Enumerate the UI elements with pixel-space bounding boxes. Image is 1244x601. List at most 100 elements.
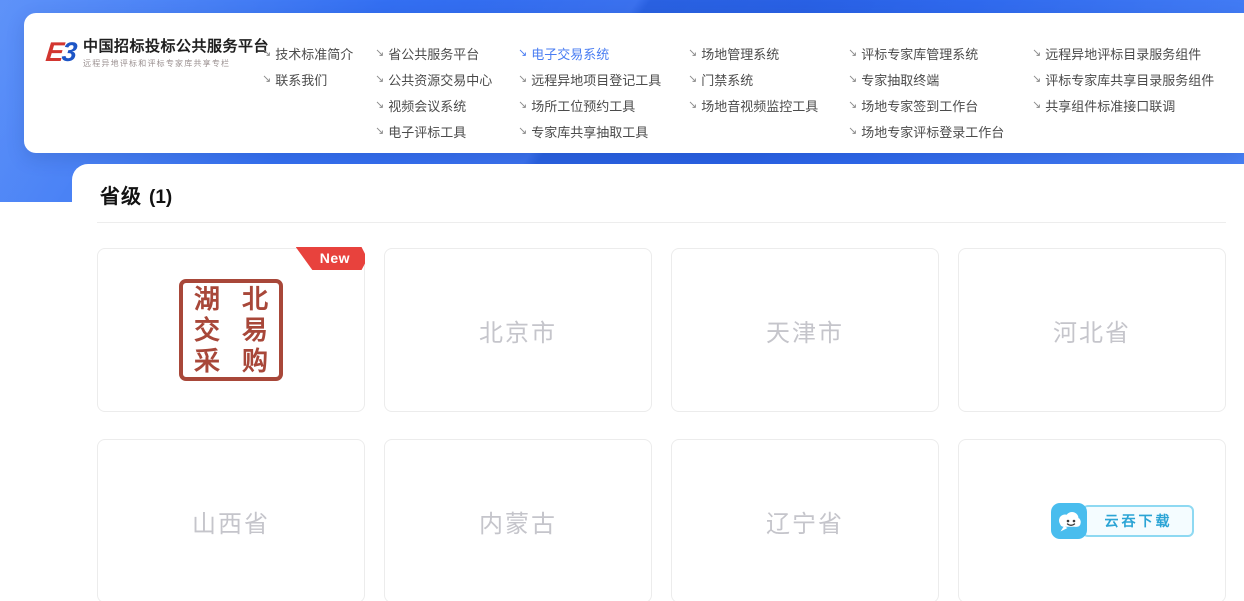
province-card-empty[interactable]: 云吞下载: [958, 439, 1226, 601]
arrow-icon: ↘: [262, 48, 271, 59]
province-card-shanxi[interactable]: 山西省: [97, 439, 365, 601]
menu-item-expert-extraction-terminal[interactable]: ↘ 专家抽取终端: [848, 66, 1004, 92]
menu-item-venue-seat-booking-tool[interactable]: ↘ 场所工位预约工具: [518, 92, 661, 118]
seal-char: 湖: [194, 285, 220, 314]
seal-char: 交: [194, 316, 220, 345]
arrow-icon: ↘: [518, 74, 527, 85]
menu-item-remote-evaluation-directory-service-component[interactable]: ↘ 远程异地评标目录服务组件: [1032, 40, 1214, 66]
menu-item-label: 公共资源交易中心: [388, 70, 492, 89]
menu-item-shared-component-interface-debugging[interactable]: ↘ 共享组件标准接口联调: [1032, 92, 1214, 118]
hubei-trading-seal-stamp: 湖 北 交 易 采 购: [179, 279, 283, 381]
menu-item-remote-project-registration-tool[interactable]: ↘ 远程异地项目登记工具: [518, 66, 661, 92]
menu-item-expert-pool-management-system[interactable]: ↘ 评标专家库管理系统: [848, 40, 1004, 66]
platform-logo-icon: E3: [44, 37, 76, 67]
province-label: 山西省: [192, 504, 270, 539]
menu-item-label: 联系我们: [275, 70, 327, 89]
menu-item-venue-expert-evaluation-login-workbench[interactable]: ↘场地专家评标登录工作台: [848, 118, 1004, 144]
menu-item-expert-pool-shared-extraction-tool[interactable]: ↘ 专家库共享抽取工具: [518, 118, 661, 144]
arrow-icon: ↘: [262, 74, 271, 85]
menu-item-label: 场地专家签到工作台: [861, 96, 978, 115]
seal-char: 易: [242, 316, 268, 345]
province-card-hubei[interactable]: New 湖 北 交 易 采 购: [97, 248, 365, 412]
menu-item-label: 门禁系统: [701, 70, 753, 89]
menu-item-etrading-system-active[interactable]: ↘ 电子交易系统: [518, 40, 661, 66]
menu-item-ebid-evaluation-tool[interactable]: ↘ 电子评标工具: [375, 118, 492, 144]
province-label: 天津市: [766, 313, 844, 348]
province-card-hebei[interactable]: 河北省: [958, 248, 1226, 412]
site-logo[interactable]: E3 中国招标投标公共服务平台 远程异地评标和评标专家库共享专栏: [46, 37, 269, 69]
province-label: 内蒙古: [479, 504, 557, 539]
menu-item-label: 评标专家库管理系统: [861, 44, 978, 63]
menu-item-tech-standard-intro[interactable]: ↘ 技术标准简介: [262, 40, 353, 66]
site-title: 中国招标投标公共服务平台: [83, 37, 269, 56]
new-badge: New: [296, 247, 365, 270]
arrow-icon: ↘: [1032, 100, 1041, 111]
province-label: 河北省: [1053, 313, 1131, 348]
arrow-icon: ↘: [1032, 74, 1041, 85]
menu-item-label: 技术标准简介: [275, 44, 353, 63]
menu-item-provincial-service-platform[interactable]: ↘ 省公共服务平台: [375, 40, 492, 66]
arrow-icon: ↘: [688, 74, 697, 85]
menu-item-label: 远程异地评标目录服务组件: [1045, 44, 1201, 63]
section-header: 省级 (1): [97, 180, 1226, 209]
menu-item-label: 电子交易系统: [531, 44, 609, 63]
menu-item-label: 远程异地项目登记工具: [531, 70, 661, 89]
arrow-icon: ↘: [518, 100, 527, 111]
section-count: (1): [149, 187, 172, 209]
menu-item-label: 场地音视频监控工具: [701, 96, 818, 115]
province-label: 北京市: [479, 313, 557, 348]
menu-item-contact-us[interactable]: ↘ 联系我们: [262, 66, 353, 92]
menu-item-label: 评标专家库共享目录服务组件: [1045, 70, 1214, 89]
menu-item-venue-av-monitoring-tool[interactable]: ↘ 场地音视频监控工具: [688, 92, 818, 118]
nav-column-1: ↘ 技术标准简介 ↘ 联系我们: [262, 40, 353, 92]
menu-item-label: 省公共服务平台: [388, 44, 479, 63]
menu-item-expert-pool-shared-directory-service-component[interactable]: ↘ 评标专家库共享目录服务组件: [1032, 66, 1214, 92]
arrow-icon: ↘: [518, 48, 527, 59]
menu-item-venue-management-system[interactable]: ↘ 场地管理系统: [688, 40, 818, 66]
arrow-icon: ↘: [375, 74, 384, 85]
menu-item-label: 共享组件标准接口联调: [1045, 96, 1175, 115]
download-widget[interactable]: 云吞下载: [1051, 503, 1194, 539]
seal-char: 采: [194, 347, 220, 376]
province-card-beijing[interactable]: 北京市: [384, 248, 652, 412]
province-label: 辽宁省: [766, 504, 844, 539]
nav-column-6: ↘ 远程异地评标目录服务组件 ↘ 评标专家库共享目录服务组件 ↘ 共享组件标准接口联调: [1032, 40, 1214, 118]
site-header: E3 中国招标投标公共服务平台 远程异地评标和评标专家库共享专栏 ↘ 技术标准简介…: [24, 13, 1244, 153]
nav-column-4: ↘ 场地管理系统 ↘ 门禁系统 ↘ 场地音视频监控工具: [688, 40, 818, 118]
province-card-liaoning[interactable]: 辽宁省: [671, 439, 939, 601]
seal-char: 购: [242, 347, 268, 376]
menu-item-label: 专家库共享抽取工具: [531, 122, 648, 141]
arrow-icon: ↘: [848, 48, 857, 59]
logo-text-block: 中国招标投标公共服务平台 远程异地评标和评标专家库共享专栏: [83, 37, 269, 69]
arrow-icon: ↘: [1032, 48, 1041, 59]
arrow-icon: ↘: [688, 48, 697, 59]
menu-item-public-resource-trading-center[interactable]: ↘ 公共资源交易中心: [375, 66, 492, 92]
nav-column-5: ↘ 评标专家库管理系统 ↘ 专家抽取终端 ↘ 场地专家签到工作台 ↘场地专家评标登录工…: [848, 40, 1004, 144]
nav-column-3: ↘ 电子交易系统 ↘ 远程异地项目登记工具 ↘ 场所工位预约工具 ↘ 专家库共享抽取工具: [518, 40, 661, 144]
menu-item-label: 场地管理系统: [701, 44, 779, 63]
seal-char: 北: [242, 285, 268, 314]
menu-item-label: 专家抽取终端: [861, 70, 939, 89]
menu-item-label: 场所工位预约工具: [531, 96, 635, 115]
province-card-tianjin[interactable]: 天津市: [671, 248, 939, 412]
arrow-icon: ↘: [688, 100, 697, 111]
arrow-icon: ↘: [848, 100, 857, 111]
arrow-icon: ↘: [518, 126, 527, 137]
menu-item-label: 电子评标工具: [388, 122, 466, 141]
menu-item-video-conference-system[interactable]: ↘视频会议系统: [375, 92, 492, 118]
menu-item-access-control-system[interactable]: ↘ 门禁系统: [688, 66, 818, 92]
menu-item-label: 视频会议系统: [388, 96, 466, 115]
cloud-mascot-icon[interactable]: [1051, 503, 1087, 539]
nav-column-2: ↘ 省公共服务平台 ↘ 公共资源交易中心 ↘视频会议系统 ↘ 电子评标工具: [375, 40, 492, 144]
section-title: 省级: [100, 180, 142, 209]
section-divider: [97, 222, 1226, 223]
download-button[interactable]: 云吞下载: [1082, 505, 1194, 537]
arrow-icon: ↘: [848, 74, 857, 85]
page: E3 中国招标投标公共服务平台 远程异地评标和评标专家库共享专栏 ↘ 技术标准简介…: [0, 0, 1244, 601]
arrow-icon: ↘: [375, 126, 384, 137]
arrow-icon: ↘: [375, 48, 384, 59]
province-card-neimenggu[interactable]: 内蒙古: [384, 439, 652, 601]
arrow-icon: ↘: [848, 126, 857, 137]
province-card-grid: New 湖 北 交 易 采 购 北京市 天津市 河北省 山西: [97, 248, 1226, 601]
menu-item-venue-expert-checkin-workbench[interactable]: ↘ 场地专家签到工作台: [848, 92, 1004, 118]
